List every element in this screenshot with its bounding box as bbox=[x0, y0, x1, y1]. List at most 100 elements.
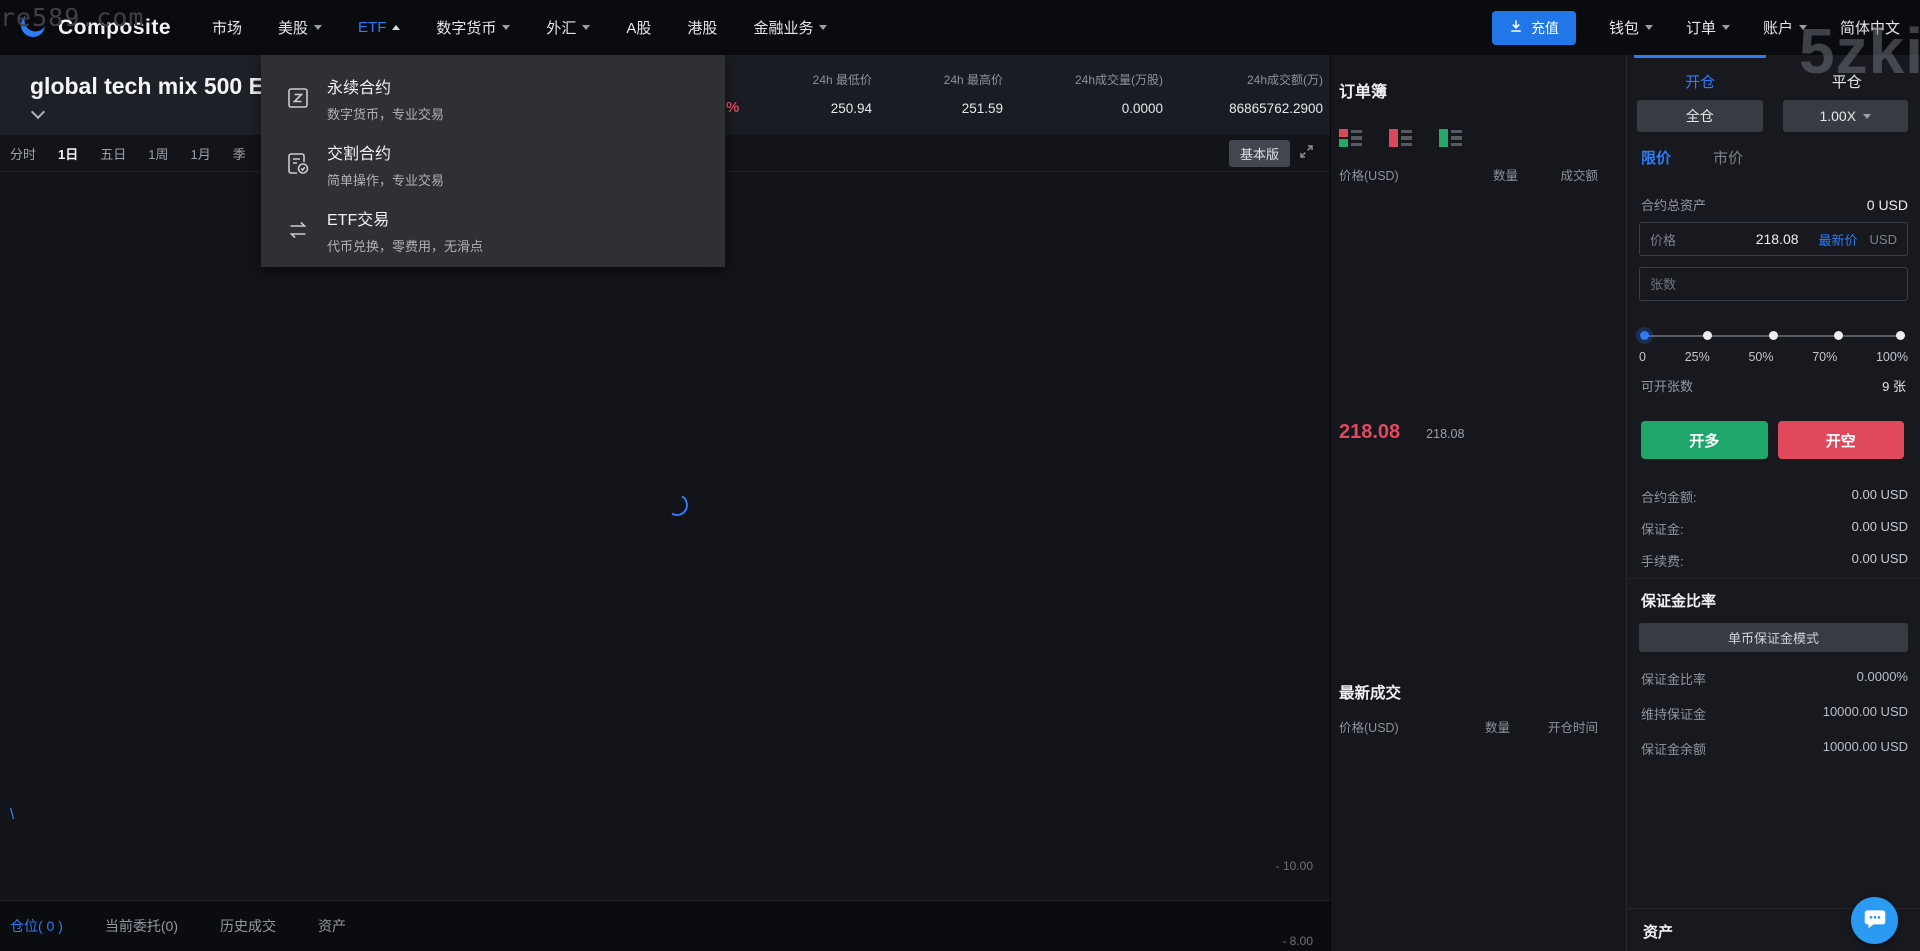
nav-item-hk-stocks[interactable]: 港股 bbox=[687, 17, 717, 38]
nav-item-crypto[interactable]: 数字货币 bbox=[436, 17, 511, 38]
slider-dot-100[interactable] bbox=[1896, 331, 1905, 340]
leverage-percent-slider[interactable] bbox=[1640, 331, 1905, 341]
menu-item-perpetual-contract[interactable]: 永续合约 数字货币，专业交易 bbox=[261, 65, 725, 131]
expand-icon[interactable] bbox=[1299, 144, 1314, 162]
chevron-down-icon bbox=[819, 25, 828, 30]
open-short-button[interactable]: 开空 bbox=[1777, 421, 1904, 459]
loading-spinner-icon bbox=[663, 491, 691, 519]
stray-glyph: \ bbox=[10, 806, 15, 823]
margin-balance-row: 保证金余额 10000.00 USD bbox=[1641, 739, 1908, 757]
chevron-down-icon bbox=[1644, 25, 1653, 30]
trade-tabs: 开仓 平仓 bbox=[1627, 55, 1920, 97]
brand[interactable]: Composite bbox=[0, 9, 212, 45]
nav-item-forex[interactable]: 外汇 bbox=[546, 17, 591, 38]
single-currency-margin-mode-button[interactable]: 单币保证金模式 bbox=[1639, 623, 1908, 652]
latest-trades-header: 价格(USD) 数量 开仓时间 bbox=[1339, 721, 1598, 735]
tab-assets[interactable]: 资产 bbox=[318, 916, 346, 936]
order-book-title: 订单簿 bbox=[1339, 84, 1388, 101]
slider-dot-50[interactable] bbox=[1768, 331, 1778, 340]
change-percent-fragment: % bbox=[726, 99, 740, 116]
tf-5day[interactable]: 五日 bbox=[100, 144, 126, 163]
fee-row: 手续费: 0.00 USD bbox=[1641, 551, 1908, 569]
slider-labels: 0 25% 50% 70% 100% bbox=[1639, 350, 1908, 364]
slider-dot-25[interactable] bbox=[1702, 331, 1712, 340]
primary-nav: 市场 美股 ETF 数字货币 外汇 A股 港股 金融业务 bbox=[212, 17, 828, 38]
chevron-down-icon bbox=[1721, 25, 1730, 30]
delivery-contract-icon bbox=[285, 151, 311, 177]
nav-item-account[interactable]: 账户 bbox=[1763, 17, 1807, 38]
tab-market-order[interactable]: 市价 bbox=[1713, 147, 1743, 168]
nav-right: 充值 钱包 订单 账户 简体中文 bbox=[1491, 10, 1920, 45]
order-book-header: 价格(USD) 数量 成交额 bbox=[1339, 169, 1598, 183]
price-axis-label: - 10.00 bbox=[1275, 859, 1313, 873]
nav-item-financial-services[interactable]: 金融业务 bbox=[753, 17, 828, 38]
slider-dot-0[interactable] bbox=[1640, 331, 1649, 340]
top-nav: Composite 市场 美股 ETF 数字货币 外汇 A股 港股 金融业务 充… bbox=[0, 0, 1920, 55]
brand-logo-icon bbox=[18, 9, 48, 45]
order-book-panel: 订单簿 价格(USD) 数量 成交额 218.08 218.08 最新成交 价格… bbox=[1330, 55, 1626, 951]
tab-positions[interactable]: 仓位( 0 ) bbox=[10, 916, 63, 936]
last-price: 218.08 bbox=[1339, 421, 1401, 443]
quantity-input[interactable] bbox=[1650, 276, 1897, 292]
chat-support-button[interactable] bbox=[1851, 897, 1898, 944]
chat-bubble-icon bbox=[1862, 906, 1888, 935]
nav-item-etf[interactable]: ETF bbox=[358, 19, 401, 36]
tab-close-position[interactable]: 平仓 bbox=[1774, 55, 1920, 97]
view-bids-icon[interactable] bbox=[1439, 129, 1462, 147]
nav-item-us-stocks[interactable]: 美股 bbox=[278, 17, 323, 38]
chevron-down-icon bbox=[1798, 25, 1807, 30]
menu-item-delivery-contract[interactable]: 交割合约 简单操作，专业交易 bbox=[261, 131, 725, 197]
view-both-icon[interactable] bbox=[1339, 129, 1362, 147]
tf-1week[interactable]: 1周 bbox=[148, 144, 168, 163]
view-asks-icon[interactable] bbox=[1389, 129, 1412, 147]
order-book-view-toggles bbox=[1339, 129, 1462, 147]
tab-open-orders[interactable]: 当前委托(0) bbox=[105, 916, 178, 936]
tab-history[interactable]: 历史成交 bbox=[220, 916, 276, 936]
tab-limit-order[interactable]: 限价 bbox=[1641, 147, 1671, 168]
nav-item-market[interactable]: 市场 bbox=[212, 17, 242, 38]
tf-quarter[interactable]: 季 bbox=[233, 144, 246, 163]
trade-panel: 开仓 平仓 全仓 1.00X 限价 市价 合约总资产 0 USD 价格 218.… bbox=[1626, 55, 1920, 951]
use-latest-price-button[interactable]: 最新价 bbox=[1819, 230, 1858, 249]
chevron-up-icon bbox=[392, 25, 401, 30]
chevron-down-icon bbox=[314, 25, 323, 30]
total-assets-row: 合约总资产 0 USD bbox=[1641, 197, 1908, 213]
tf-1day[interactable]: 1日 bbox=[58, 144, 78, 163]
contract-icon bbox=[285, 85, 311, 111]
download-icon bbox=[1509, 19, 1523, 36]
leverage-button[interactable]: 1.00X bbox=[1782, 100, 1908, 132]
divider bbox=[1627, 578, 1920, 579]
price-value: 218.08 bbox=[1755, 231, 1799, 247]
tf-intraday[interactable]: 分时 bbox=[10, 144, 36, 163]
margin-ratio-row: 保证金比率 0.0000% bbox=[1641, 669, 1908, 687]
tf-1month[interactable]: 1月 bbox=[191, 144, 211, 163]
open-long-button[interactable]: 开多 bbox=[1641, 421, 1768, 459]
last-price-row[interactable]: 218.08 218.08 bbox=[1339, 421, 1464, 444]
symbol-selector[interactable]: global tech mix 500 ETF bbox=[30, 73, 292, 120]
contract-amount-row: 合约金额: 0.00 USD bbox=[1641, 487, 1908, 505]
margin-mode-button[interactable]: 全仓 bbox=[1637, 100, 1763, 132]
available-contracts-row: 可开张数 9 张 bbox=[1641, 379, 1906, 394]
basic-version-badge[interactable]: 基本版 bbox=[1228, 139, 1290, 167]
chevron-down-icon bbox=[582, 25, 591, 30]
app-root: Composite 市场 美股 ETF 数字货币 外汇 A股 港股 金融业务 充… bbox=[0, 0, 1920, 951]
nav-item-a-shares[interactable]: A股 bbox=[626, 17, 651, 38]
tab-open-position[interactable]: 开仓 bbox=[1627, 55, 1774, 97]
menu-item-etf-trading[interactable]: ETF交易 代币兑换，零费用，无滑点 bbox=[261, 197, 725, 263]
stat-24h-high: 24h 最高价 251.59 bbox=[943, 73, 1003, 116]
stat-24h-volume: 24h成交量(万股) 0.0000 bbox=[1074, 73, 1163, 116]
nav-item-wallet[interactable]: 钱包 bbox=[1609, 17, 1653, 38]
quantity-field-wrap bbox=[1639, 267, 1908, 301]
chevron-down-icon bbox=[502, 25, 511, 30]
language-selector[interactable]: 简体中文 bbox=[1840, 17, 1900, 38]
deposit-button[interactable]: 充值 bbox=[1491, 10, 1576, 45]
price-field[interactable]: 价格 218.08 最新价 USD bbox=[1639, 222, 1908, 256]
swap-icon bbox=[285, 217, 311, 243]
brand-name: Composite bbox=[58, 15, 172, 39]
nav-item-orders[interactable]: 订单 bbox=[1686, 17, 1730, 38]
margin-ratio-title: 保证金比率 bbox=[1641, 593, 1717, 610]
stat-24h-low: 24h 最低价 250.94 bbox=[812, 73, 872, 116]
stat-24h-turnover: 24h成交额(万) 86865762.2900 bbox=[1229, 73, 1323, 116]
latest-trades-title: 最新成交 bbox=[1339, 685, 1402, 702]
slider-dot-70[interactable] bbox=[1834, 331, 1844, 340]
